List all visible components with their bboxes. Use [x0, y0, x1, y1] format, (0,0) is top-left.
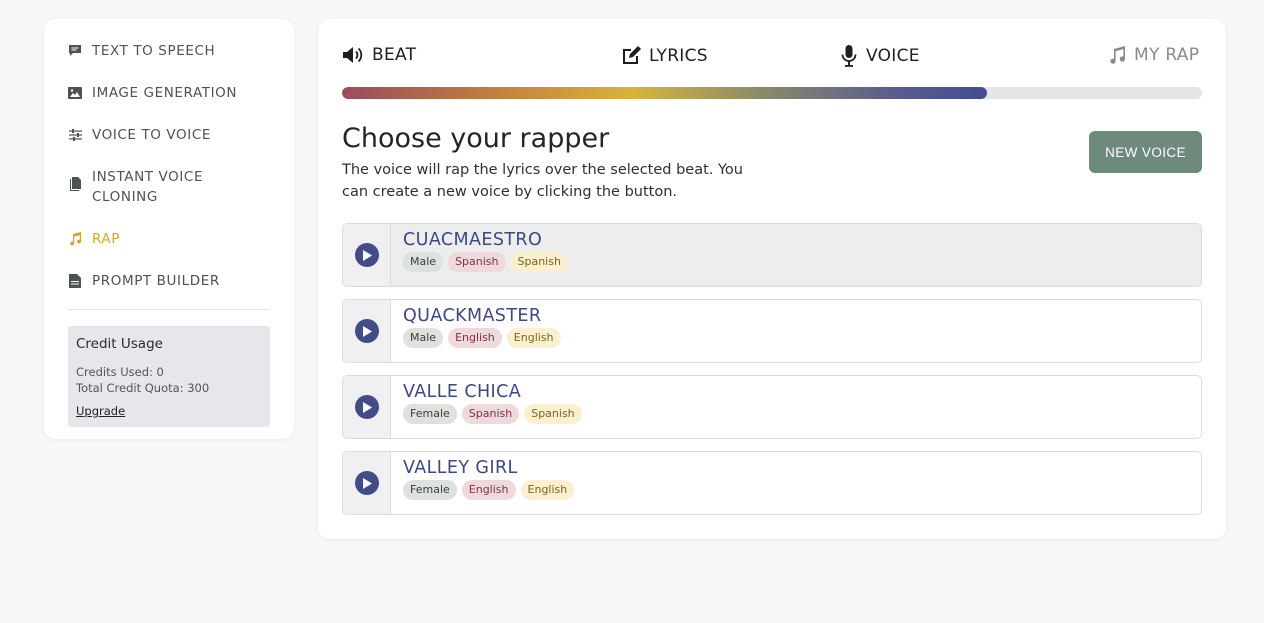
sidebar-item-voice-to-voice[interactable]: VOICE TO VOICE	[68, 125, 270, 145]
step-label: LYRICS	[649, 45, 708, 66]
sidebar-item-label: TEXT TO SPEECH	[92, 43, 216, 59]
voice-name: QUACKMASTER	[403, 306, 542, 326]
credits-used: Credits Used: 0	[76, 365, 164, 379]
sidebar-item-label: INSTANT VOICE CLONING	[92, 169, 204, 205]
play-column	[343, 300, 391, 362]
play-icon	[362, 401, 372, 413]
play-button[interactable]	[354, 395, 379, 419]
microphone-icon	[840, 45, 858, 67]
document-icon	[68, 271, 82, 291]
image-icon	[68, 83, 82, 103]
accent-tag: English	[506, 328, 561, 348]
accent-tag: English	[520, 480, 575, 500]
voice-tags: Female Spanish Spanish	[403, 404, 582, 424]
voice-tags: Female English English	[403, 480, 575, 500]
sidebar-item-image-generation[interactable]: IMAGE GENERATION	[68, 83, 270, 103]
play-column	[343, 452, 391, 514]
play-column	[343, 224, 391, 286]
step-label: BEAT	[372, 45, 417, 65]
gender-tag: Female	[403, 404, 457, 424]
credit-quota: Total Credit Quota: 300	[76, 381, 210, 395]
new-voice-button[interactable]: NEW VOICE	[1089, 131, 1202, 173]
gender-tag: Male	[403, 328, 444, 348]
gender-tag: Male	[403, 252, 444, 272]
page-description: The voice will rap the lyrics over the s…	[342, 162, 743, 200]
progress-fill	[342, 87, 987, 99]
voice-list: CUACMAESTRO Male Spanish Spanish QUACKMA…	[342, 223, 1202, 527]
language-tag: Spanish	[461, 404, 520, 424]
voice-name: VALLEY GIRL	[403, 458, 518, 478]
music-note-icon	[1109, 45, 1126, 65]
accent-tag: Spanish	[524, 404, 582, 424]
progress-bar	[342, 87, 1202, 99]
credit-usage-title: Credit Usage	[76, 336, 163, 352]
chat-icon	[68, 41, 82, 61]
language-tag: English	[448, 328, 502, 348]
credit-usage-panel: Credit Usage Credits Used: 0 Total Credi…	[68, 326, 270, 427]
sidebar-item-label: VOICE TO VOICE	[92, 127, 211, 143]
play-button[interactable]	[354, 471, 379, 495]
step-label: MY RAP	[1134, 45, 1200, 65]
sliders-icon	[68, 125, 82, 145]
sidebar-item-label: RAP	[92, 231, 121, 247]
voice-name: CUACMAESTRO	[403, 230, 543, 250]
play-button[interactable]	[354, 319, 379, 343]
voice-card[interactable]: VALLE CHICA Female Spanish Spanish	[342, 375, 1202, 439]
sidebar: TEXT TO SPEECH IMAGE GENERATION VOICE TO…	[44, 19, 294, 439]
voice-card[interactable]: QUACKMASTER Male English English	[342, 299, 1202, 363]
language-tag: English	[461, 480, 516, 500]
sidebar-item-prompt-builder[interactable]: PROMPT BUILDER	[68, 271, 270, 291]
main-panel: BEAT LYRICS VOICE MY RAP Choose your rap…	[318, 19, 1226, 539]
music-note-icon	[68, 229, 82, 249]
play-column	[343, 376, 391, 438]
upgrade-link[interactable]: Upgrade	[76, 404, 125, 418]
language-tag: Spanish	[448, 252, 506, 272]
sidebar-item-label: PROMPT BUILDER	[92, 273, 220, 289]
step-my-rap[interactable]: MY RAP	[1109, 45, 1199, 65]
play-button[interactable]	[354, 243, 379, 267]
voice-tags: Male Spanish Spanish	[403, 252, 568, 272]
accent-tag: Spanish	[510, 252, 568, 272]
step-beat[interactable]: BEAT	[342, 45, 416, 65]
page-title: Choose your rapper	[342, 123, 610, 154]
documents-icon	[68, 177, 82, 191]
voice-card[interactable]: VALLEY GIRL Female English English	[342, 451, 1202, 515]
voice-card[interactable]: CUACMAESTRO Male Spanish Spanish	[342, 223, 1202, 287]
step-label: VOICE	[866, 46, 920, 66]
voice-name: VALLE CHICA	[403, 382, 522, 402]
voice-tags: Male English English	[403, 328, 561, 348]
edit-icon	[620, 45, 641, 66]
play-icon	[362, 325, 372, 337]
sidebar-item-rap[interactable]: RAP	[68, 229, 270, 249]
sidebar-divider	[68, 309, 270, 310]
voice-info: VALLE CHICA Female Spanish Spanish	[391, 376, 594, 438]
voice-info: QUACKMASTER Male English English	[391, 300, 573, 362]
step-voice[interactable]: VOICE	[840, 45, 920, 67]
play-icon	[362, 477, 372, 489]
step-lyrics[interactable]: LYRICS	[620, 45, 708, 66]
gender-tag: Female	[403, 480, 457, 500]
speaker-icon	[342, 45, 364, 65]
step-indicator: BEAT LYRICS VOICE MY RAP	[342, 45, 1202, 69]
sidebar-item-instant-voice-cloning[interactable]: INSTANT VOICE CLONING	[68, 167, 270, 207]
voice-info: CUACMAESTRO Male Spanish Spanish	[391, 224, 580, 286]
voice-info: VALLEY GIRL Female English English	[391, 452, 586, 514]
sidebar-item-text-to-speech[interactable]: TEXT TO SPEECH	[68, 41, 270, 61]
sidebar-item-label: IMAGE GENERATION	[92, 85, 238, 101]
play-icon	[362, 249, 372, 261]
